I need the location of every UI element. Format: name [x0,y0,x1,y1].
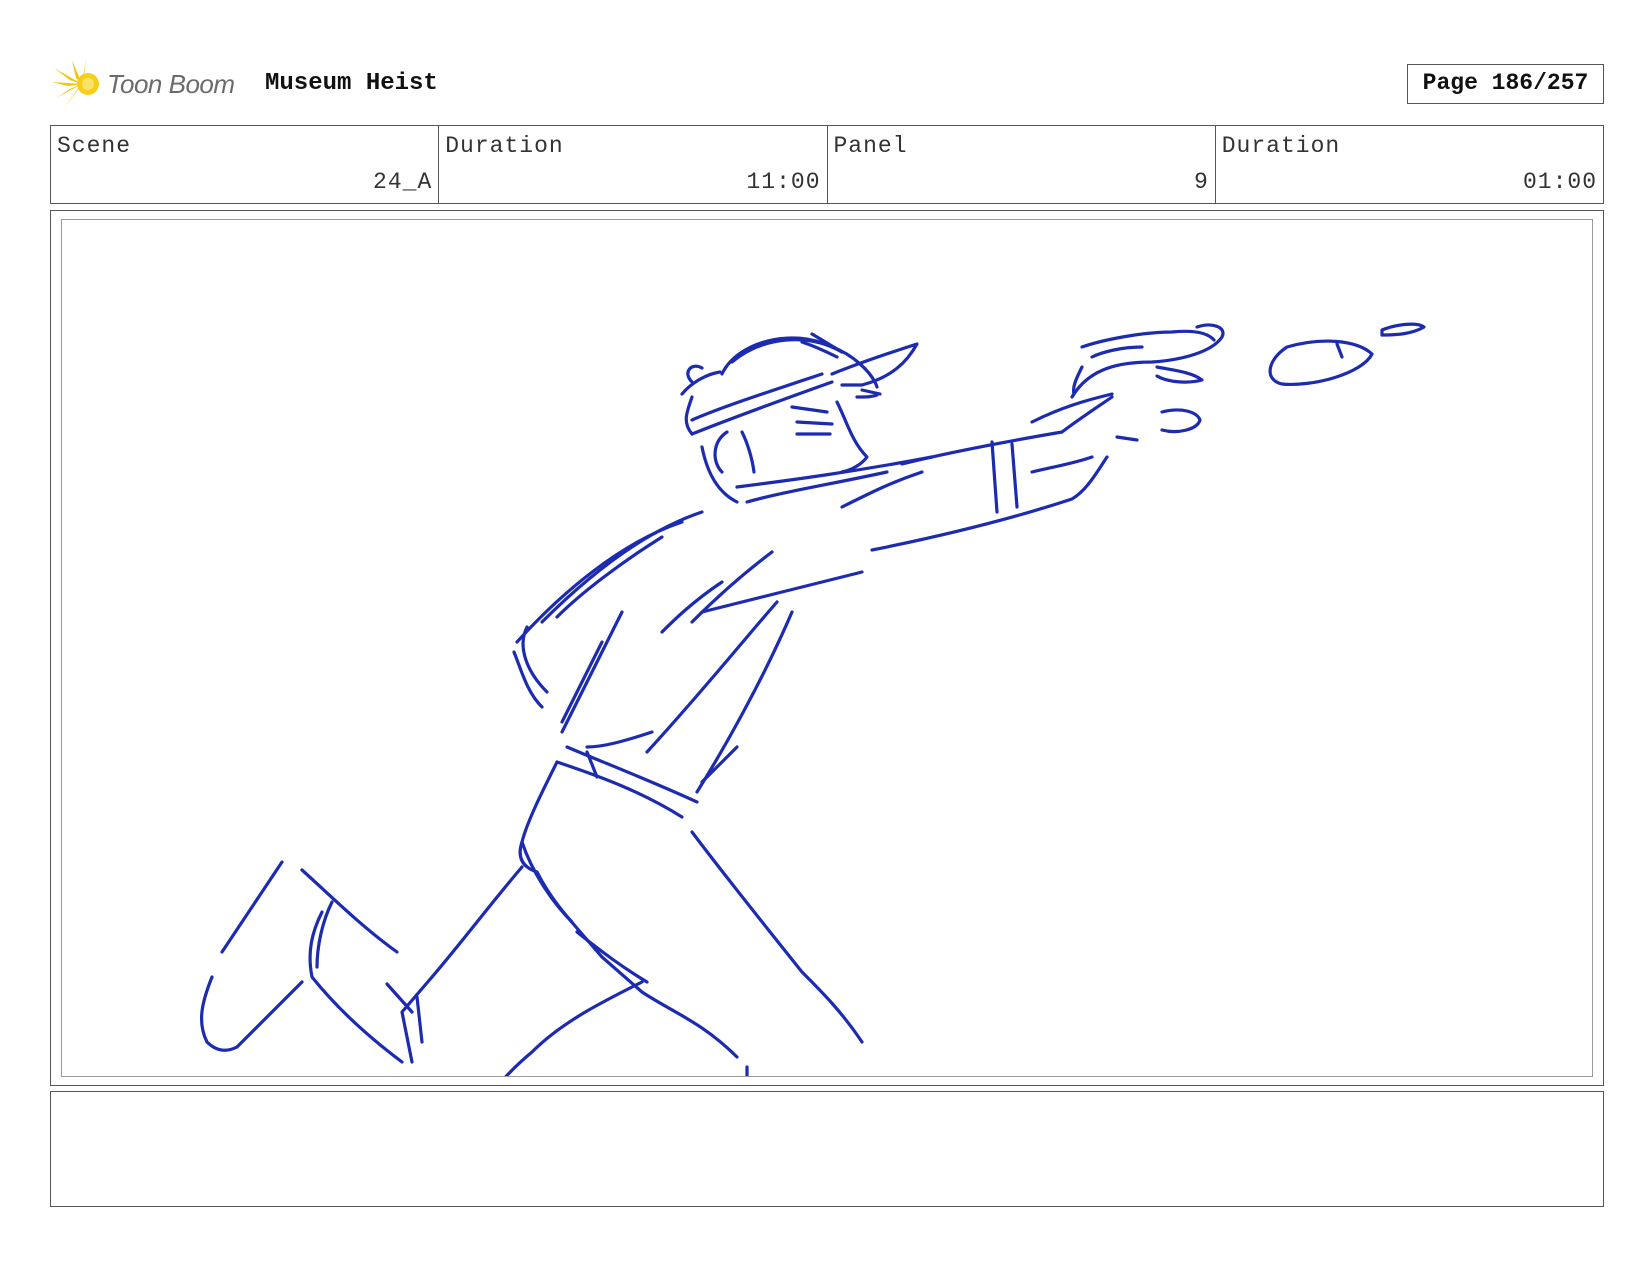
panel-duration-cell: Duration 01:00 [1216,126,1603,203]
scene-cell: Scene 24_A [51,126,440,203]
scene-duration-value: 11:00 [746,169,821,195]
sketch-strokes [200,322,1426,1076]
page-counter: Page 186/257 [1407,64,1604,104]
storyboard-panel-frame [50,210,1604,1086]
panel-duration-label: Duration [1221,133,1341,159]
panel-value: 9 [1193,169,1209,195]
panel-notes-box [50,1091,1604,1207]
panel-label: Panel [833,133,908,159]
project-title: Museum Heist [265,70,438,97]
panel-duration-value: 01:00 [1522,169,1597,195]
character-throwing-sketch [200,322,1426,1076]
panel-cell: Panel 9 [828,126,1216,203]
scene-duration-cell: Duration 11:00 [439,126,828,203]
toon-boom-logo: Toon Boom [52,56,252,112]
scene-label: Scene [57,133,132,159]
scene-value: 24_A [373,169,433,195]
starburst-logo-icon [52,58,99,108]
page-header: Toon Boom Museum Heist [52,56,1602,112]
storyboard-drawing-area [61,219,1593,1077]
panel-info-table: Scene 24_A Duration 11:00 Panel 9 Durati… [50,125,1604,204]
logo-wordmark: Toon Boom [107,69,235,99]
scene-duration-label: Duration [445,133,564,159]
